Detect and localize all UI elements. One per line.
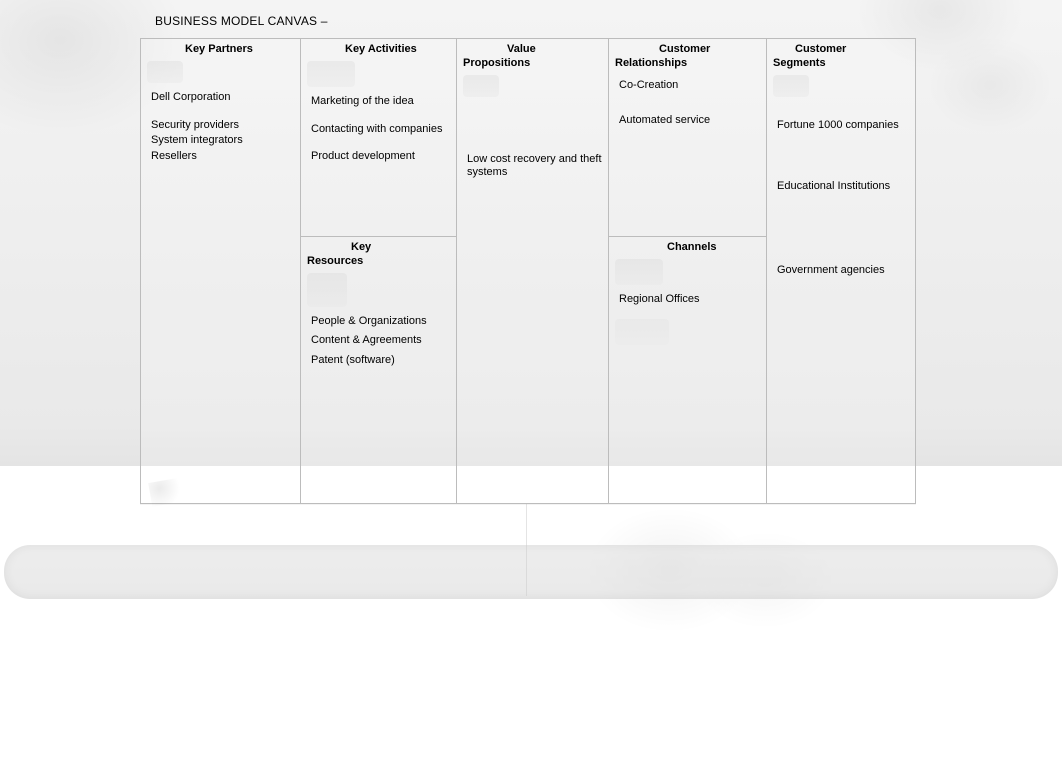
items-customer-segments: Fortune 1000 companies Educational Insti…: [767, 103, 917, 284]
list-item: Patent (software): [311, 354, 450, 368]
list-item: Fortune 1000 companies: [777, 119, 911, 133]
header-line: Customer: [773, 43, 911, 57]
items-key-partners: Dell Corporation Security providers Syst…: [141, 89, 300, 170]
header-channels: Channels: [609, 237, 766, 257]
business-model-canvas: Key Partners Dell Corporation Security p…: [140, 38, 916, 504]
list-item: Marketing of the idea: [311, 95, 450, 109]
list-item: Co-Creation: [619, 79, 760, 93]
ghost-icon: [307, 273, 347, 307]
header-key-activities: Key Activities: [301, 39, 456, 59]
header-line: Propositions: [463, 57, 602, 71]
list-item: System integrators: [151, 134, 294, 148]
canvas-bottom-row: [140, 504, 916, 596]
header-customer-segments: Customer Segments: [767, 39, 917, 73]
list-item: Content & Agreements: [311, 334, 450, 348]
header-line: Segments: [773, 57, 911, 71]
list-item: Automated service: [619, 114, 760, 128]
list-item: Security providers: [151, 119, 294, 133]
col-customer-segments: Customer Segments Fortune 1000 companies…: [767, 39, 917, 503]
items-key-resources: People & Organizations Content & Agreeme…: [301, 313, 456, 374]
cell-customer-relationships: Customer Relationships Co-Creation Autom…: [609, 39, 766, 237]
items-value-propositions: Low cost recovery and theft systems: [457, 103, 608, 187]
list-item: Product development: [311, 150, 450, 164]
items-key-activities: Marketing of the idea Contacting with co…: [301, 93, 456, 170]
header-key-partners: Key Partners: [141, 39, 300, 59]
cell-key-resources: Key Resources People & Organizations Con…: [301, 237, 456, 503]
col-customer-relationships-channels: Customer Relationships Co-Creation Autom…: [609, 39, 767, 503]
cell-channels: Channels Regional Offices: [609, 237, 766, 503]
list-item: People & Organizations: [311, 315, 450, 329]
list-item: Resellers: [151, 150, 294, 164]
items-channels: Regional Offices: [609, 291, 766, 313]
header-line: Customer: [615, 43, 760, 57]
header-customer-relationships: Customer Relationships: [609, 39, 766, 73]
ghost-icon: [463, 75, 499, 97]
ghost-icon: [773, 75, 809, 97]
page-title: BUSINESS MODEL CANVAS –: [155, 14, 328, 28]
header-key-resources: Key Resources: [301, 237, 456, 271]
list-item: Educational Institutions: [777, 180, 911, 194]
cell-key-activities: Key Activities Marketing of the idea Con…: [301, 39, 456, 237]
header-value-propositions: Value Propositions: [457, 39, 608, 73]
list-item: Dell Corporation: [151, 91, 294, 105]
ghost-icon: [615, 259, 663, 285]
ghost-icon: [307, 61, 355, 87]
header-line: Relationships: [615, 57, 760, 71]
list-item: Regional Offices: [619, 293, 760, 307]
artboard: BUSINESS MODEL CANVAS – Key Partners Del…: [0, 0, 1062, 777]
list-item: Government agencies: [777, 264, 911, 278]
header-line: Value: [463, 43, 602, 57]
bottom-wash: [140, 504, 916, 596]
col-value-propositions: Value Propositions Low cost recovery and…: [457, 39, 609, 503]
list-item: Low cost recovery and theft systems: [467, 153, 602, 181]
list-item: Contacting with companies: [311, 123, 450, 137]
header-line: Resources: [307, 255, 450, 269]
col-key-activities-resources: Key Activities Marketing of the idea Con…: [301, 39, 457, 503]
items-customer-relationships: Co-Creation Automated service: [609, 73, 766, 135]
col-key-partners: Key Partners Dell Corporation Security p…: [141, 39, 301, 503]
header-line: Key: [307, 241, 450, 255]
ghost-icon: [615, 319, 669, 345]
ghost-icon: [147, 61, 183, 83]
